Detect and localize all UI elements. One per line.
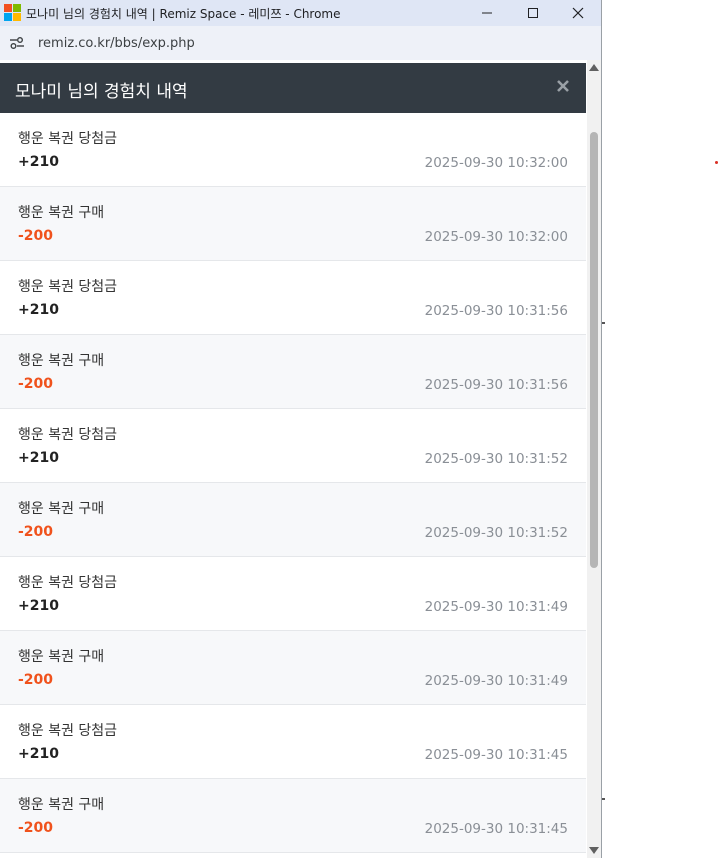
title-bar: 모나미 님의 경험치 내역 | Remiz Space - 레미쯔 - Chro… <box>0 0 601 26</box>
background-page <box>602 0 720 858</box>
entry-label: 행운 복권 당첨금 <box>18 279 118 295</box>
browser-window: 모나미 님의 경험치 내역 | Remiz Space - 레미쯔 - Chro… <box>0 0 602 858</box>
entry-timestamp: 2025-09-30 10:31:52 <box>424 525 568 541</box>
scroll-up-arrow-icon[interactable] <box>589 64 599 71</box>
entry-label: 행운 복권 구매 <box>18 353 105 369</box>
entry-label: 행운 복권 구매 <box>18 649 105 665</box>
minimize-button[interactable] <box>464 0 510 26</box>
list-item: 행운 복권 당첨금 +210 2025-09-30 10:31:56 <box>0 261 586 335</box>
entry-label: 행운 복권 구매 <box>18 501 105 517</box>
list-item: 행운 복권 구매 -200 2025-09-30 10:31:56 <box>0 335 586 409</box>
entry-timestamp: 2025-09-30 10:31:45 <box>424 821 568 837</box>
exp-history-panel: 모나미 님의 경험치 내역 행운 복권 당첨금 +210 2025-09-30 10… <box>0 60 586 858</box>
scrollbar[interactable] <box>587 60 601 858</box>
entry-timestamp: 2025-09-30 10:31:56 <box>424 377 568 393</box>
scroll-down-arrow-icon[interactable] <box>589 847 599 854</box>
entry-timestamp: 2025-09-30 10:31:49 <box>424 673 568 689</box>
modal-header: 모나미 님의 경험치 내역 <box>0 63 586 113</box>
entry-amount: -200 <box>18 672 54 688</box>
window-title: 모나미 님의 경험치 내역 | Remiz Space - 레미쯔 - Chro… <box>26 7 341 21</box>
site-settings-icon[interactable] <box>8 35 26 51</box>
entry-timestamp: 2025-09-30 10:31:56 <box>424 303 568 319</box>
logo-square-green <box>13 4 21 12</box>
entry-timestamp: 2025-09-30 10:31:49 <box>424 599 568 615</box>
list-item: 행운 복권 구매 -200 2025-09-30 10:31:45 <box>0 779 586 853</box>
entry-label: 행운 복권 당첨금 <box>18 723 118 739</box>
logo-square-red <box>4 4 12 12</box>
close-icon[interactable] <box>556 79 570 93</box>
list-item: 행운 복권 구매 -200 2025-09-30 10:32:00 <box>0 187 586 261</box>
list-item: 행운 복권 구매 -200 2025-09-30 10:31:52 <box>0 483 586 557</box>
entry-amount: +210 <box>18 598 59 614</box>
entry-amount: -200 <box>18 524 54 540</box>
address-bar[interactable]: remiz.co.kr/bbs/exp.php <box>0 26 601 60</box>
list-item: 행운 복권 구매 -200 2025-09-30 10:31:49 <box>0 631 586 705</box>
close-window-button[interactable] <box>555 0 601 26</box>
entry-timestamp: 2025-09-30 10:32:00 <box>424 155 568 171</box>
exp-list: 행운 복권 당첨금 +210 2025-09-30 10:32:00 행운 복권 구매… <box>0 113 586 853</box>
list-item: 행운 복권 당첨금 +210 2025-09-30 10:32:00 <box>0 113 586 187</box>
logo-square-yellow <box>13 13 21 21</box>
entry-amount: +210 <box>18 450 59 466</box>
list-item: 행운 복권 당첨금 +210 2025-09-30 10:31:49 <box>0 557 586 631</box>
entry-timestamp: 2025-09-30 10:31:45 <box>424 747 568 763</box>
windows-logo-icon <box>4 4 21 21</box>
entry-label: 행운 복권 당첨금 <box>18 131 118 147</box>
url-text[interactable]: remiz.co.kr/bbs/exp.php <box>38 36 195 51</box>
logo-square-blue <box>4 13 12 21</box>
entry-amount: +210 <box>18 154 59 170</box>
background-mark <box>602 322 605 324</box>
list-item: 행운 복권 당첨금 +210 2025-09-30 10:31:52 <box>0 409 586 483</box>
entry-label: 행운 복권 구매 <box>18 205 105 221</box>
maximize-button[interactable] <box>510 0 556 26</box>
entry-label: 행운 복권 구매 <box>18 797 105 813</box>
modal-title: 모나미 님의 경험치 내역 <box>15 82 188 102</box>
entry-label: 행운 복권 당첨금 <box>18 575 118 591</box>
entry-amount: +210 <box>18 746 59 762</box>
entry-amount: -200 <box>18 376 54 392</box>
minimize-icon <box>482 12 492 14</box>
scrollbar-thumb[interactable] <box>590 132 598 568</box>
background-dot <box>715 161 718 164</box>
list-item: 행운 복권 당첨금 +210 2025-09-30 10:31:45 <box>0 705 586 779</box>
entry-amount: +210 <box>18 302 59 318</box>
close-icon <box>572 7 584 19</box>
entry-timestamp: 2025-09-30 10:31:52 <box>424 451 568 467</box>
entry-amount: -200 <box>18 820 54 836</box>
entry-label: 행운 복권 당첨금 <box>18 427 118 443</box>
background-mark <box>602 798 605 800</box>
maximize-icon <box>528 8 538 18</box>
entry-timestamp: 2025-09-30 10:32:00 <box>424 229 568 245</box>
entry-amount: -200 <box>18 228 54 244</box>
